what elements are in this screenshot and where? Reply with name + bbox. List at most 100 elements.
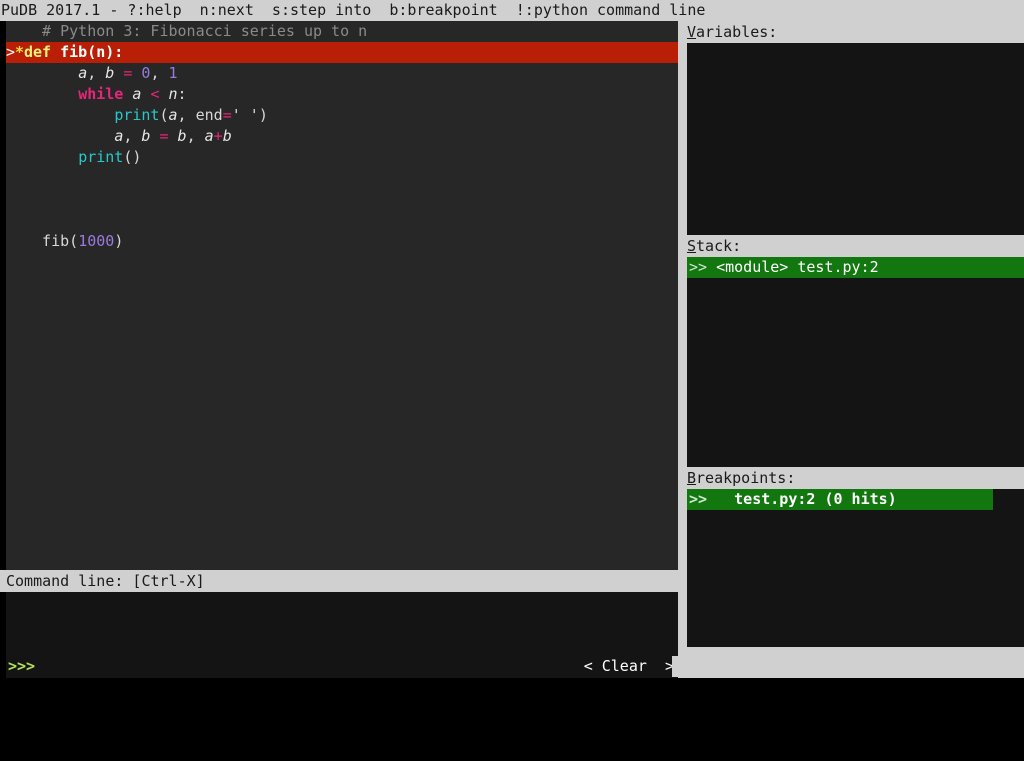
code-line-text: # Python 3: Fibonacci series up to n <box>24 22 367 40</box>
code-line-text: print(a, end=' ') <box>24 106 268 124</box>
code-token: while <box>78 85 124 103</box>
code-token: ) <box>114 232 124 250</box>
stack-hotkey: S <box>687 237 697 255</box>
code-line-text: a, b = 0, 1 <box>24 64 178 82</box>
code-line-marker <box>6 231 24 252</box>
command-line-output[interactable]: >>> < Clear > <box>0 592 678 678</box>
code-line-marker <box>6 168 24 189</box>
variables-panel-header[interactable]: Variables: <box>678 21 1024 43</box>
code-token: + <box>213 127 223 145</box>
stack-panel-header[interactable]: Stack: <box>678 235 1024 257</box>
code-token: , <box>177 106 196 124</box>
code-line[interactable]: a, b = 0, 1 <box>6 63 678 84</box>
code-token: , <box>87 64 106 82</box>
code-token: , <box>186 127 205 145</box>
code-token: b <box>222 127 232 145</box>
row-label: test.py:2 (0 hits) <box>707 490 897 508</box>
code-line[interactable] <box>6 168 678 189</box>
stack-panel-body[interactable]: >> <module> test.py:2 <box>687 257 1024 467</box>
code-line-marker <box>6 126 24 147</box>
code-line-marker <box>6 84 24 105</box>
code-line-marker <box>6 21 24 42</box>
code-token: print <box>114 106 160 124</box>
code-token: fib(n): <box>60 43 124 61</box>
row-marker-icon: >> <box>689 490 708 508</box>
stack-frame-row[interactable]: >> <module> test.py:2 <box>687 257 1024 278</box>
code-token: () <box>123 148 142 166</box>
code-token: a <box>168 106 178 124</box>
code-line-text: fib(1000) <box>24 232 123 250</box>
main-area: # Python 3: Fibonacci series up to n >*de… <box>0 21 1024 678</box>
breakpoint-star-icon: * <box>15 43 25 61</box>
command-line-header: Command line: [Ctrl-X] <box>0 570 678 592</box>
command-line-prompt-row: >>> < Clear > <box>6 656 678 677</box>
code-token: , <box>150 64 169 82</box>
command-line-prompt: >>> <box>8 657 36 675</box>
code-line[interactable]: while a < n: <box>6 84 678 105</box>
code-token: print <box>78 148 124 166</box>
left-column: # Python 3: Fibonacci series up to n >*de… <box>0 21 678 678</box>
code-line-marker <box>6 210 24 231</box>
code-line[interactable]: fib(1000) <box>6 231 678 252</box>
code-token: ' ' <box>231 106 259 124</box>
source-code-view[interactable]: # Python 3: Fibonacci series up to n >*de… <box>0 21 678 570</box>
code-line[interactable]: # Python 3: Fibonacci series up to n <box>6 21 678 42</box>
right-sidebar: Variables: Stack: >> <module> test.py:2 … <box>678 21 1024 678</box>
code-line[interactable]: print() <box>6 147 678 168</box>
code-token: def <box>24 43 61 61</box>
code-line[interactable] <box>6 189 678 210</box>
titlebar: PuDB 2017.1 - ?:help n:next s:step into … <box>0 0 1024 21</box>
code-line-marker <box>6 147 24 168</box>
code-line-marker: >* <box>6 42 24 63</box>
code-token: n <box>168 85 178 103</box>
code-token: 1000 <box>78 232 115 250</box>
code-token: ( <box>159 106 169 124</box>
code-token: b <box>177 127 187 145</box>
code-line-text: print() <box>24 148 141 166</box>
code-token: 1 <box>168 64 178 82</box>
code-token: = <box>222 106 232 124</box>
breakpoints-hotkey: B <box>687 469 697 487</box>
code-token: a <box>78 64 88 82</box>
code-line[interactable] <box>6 210 678 231</box>
code-line-marker <box>6 189 24 210</box>
row-label: <module> test.py:2 <box>707 258 879 276</box>
code-line-list: # Python 3: Fibonacci series up to n >*de… <box>6 21 678 252</box>
code-token: , <box>123 127 142 145</box>
variables-label: ariables: <box>696 23 778 41</box>
code-line[interactable]: print(a, end=' ') <box>6 105 678 126</box>
code-token: ) <box>258 106 268 124</box>
clear-button[interactable]: < Clear > <box>584 656 674 677</box>
code-token: a <box>204 127 214 145</box>
current-line-arrow-icon: > <box>6 43 16 61</box>
breakpoint-row[interactable]: >> test.py:2 (0 hits) <box>687 489 993 510</box>
code-token: fib( <box>24 232 79 250</box>
code-line-text: while a < n: <box>24 85 187 103</box>
code-line-text: def fib(n): <box>24 43 124 61</box>
breakpoints-panel-header[interactable]: Breakpoints: <box>678 467 1024 489</box>
variables-panel-body[interactable] <box>687 43 1024 235</box>
code-line-marker <box>6 63 24 84</box>
code-token: : <box>177 85 187 103</box>
breakpoints-label: reakpoints: <box>696 469 796 487</box>
code-token: a <box>114 127 124 145</box>
code-token: b <box>105 64 115 82</box>
code-line[interactable]: >*def fib(n): <box>6 42 678 63</box>
pudb-window: PuDB 2017.1 - ?:help n:next s:step into … <box>0 0 1024 678</box>
code-line[interactable]: a, b = b, a+b <box>6 126 678 147</box>
code-token: = <box>159 127 169 145</box>
row-marker-icon: >> <box>689 258 708 276</box>
breakpoints-panel-body[interactable]: >> test.py:2 (0 hits) <box>687 489 1024 647</box>
stack-label: tack: <box>696 237 742 255</box>
code-token: # Python 3: Fibonacci series up to n <box>24 22 368 40</box>
variables-hotkey: V <box>687 23 697 41</box>
code-line-marker <box>6 105 24 126</box>
